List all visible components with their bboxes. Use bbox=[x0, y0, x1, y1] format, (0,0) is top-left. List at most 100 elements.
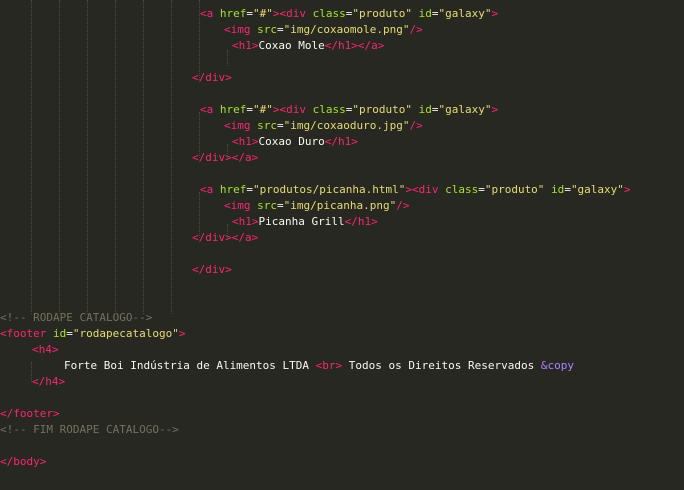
code-token: <a bbox=[200, 103, 220, 116]
code-line[interactable]: </h4> bbox=[32, 374, 65, 390]
code-token: <h1> bbox=[232, 215, 259, 228]
code-token: <img bbox=[224, 23, 258, 36]
code-token: Picanha Grill bbox=[258, 215, 345, 228]
code-token: class bbox=[312, 103, 346, 116]
code-token: "produto" bbox=[352, 7, 412, 20]
indent-guide bbox=[115, 0, 116, 314]
code-token: <!-- FIM RODAPE CATALOGO--> bbox=[0, 423, 179, 436]
code-token: </h1> bbox=[344, 215, 378, 228]
code-line[interactable]: <h1>Coxao Mole</h1></a> bbox=[232, 38, 384, 54]
indent-guide bbox=[31, 0, 32, 314]
code-token: ><div bbox=[272, 103, 313, 116]
code-token: id bbox=[418, 103, 432, 116]
code-line[interactable]: <h1>Picanha Grill</h1> bbox=[232, 214, 378, 230]
code-token: > bbox=[623, 183, 631, 196]
code-token: src bbox=[257, 23, 277, 36]
code-token: /> bbox=[409, 23, 423, 36]
code-token: /> bbox=[396, 199, 410, 212]
code-token: Coxao Duro bbox=[258, 135, 325, 148]
code-token: <a bbox=[200, 7, 220, 20]
code-token: ><div bbox=[272, 7, 313, 20]
indent-guide bbox=[31, 362, 32, 382]
code-token: <footer bbox=[0, 327, 53, 340]
code-line[interactable]: <img src="img/coxaoduro.jpg"/> bbox=[224, 118, 423, 134]
indent-guide bbox=[59, 0, 60, 314]
indent-guide bbox=[143, 0, 144, 314]
code-line[interactable]: </div></a> bbox=[192, 150, 258, 166]
code-line[interactable]: <img src="img/picanha.png"/> bbox=[224, 198, 409, 214]
code-token: /> bbox=[409, 119, 423, 132]
code-token: > bbox=[491, 103, 499, 116]
code-token: Forte Boi Indústria de Alimentos LTDA bbox=[64, 359, 316, 372]
code-token: src bbox=[257, 119, 277, 132]
code-token: </div></a> bbox=[192, 151, 259, 164]
indent-guide bbox=[199, 0, 200, 80]
code-token: href bbox=[219, 7, 247, 20]
code-line[interactable]: <h1>Coxao Duro</h1> bbox=[232, 134, 358, 150]
code-token: "#" bbox=[253, 103, 273, 116]
code-line[interactable]: <footer id="rodapecatalogo"> bbox=[0, 326, 185, 342]
code-token: </div> bbox=[192, 71, 232, 84]
code-token: id bbox=[551, 183, 565, 196]
code-token: src bbox=[257, 199, 277, 212]
code-token: href bbox=[219, 183, 247, 196]
code-token: <a bbox=[200, 183, 220, 196]
code-token: "galaxy" bbox=[438, 7, 492, 20]
code-line[interactable]: </footer> bbox=[0, 406, 60, 422]
code-token: Coxao Mole bbox=[258, 39, 325, 52]
code-line[interactable]: <!-- FIM RODAPE CATALOGO--> bbox=[0, 422, 179, 438]
indent-guide bbox=[227, 144, 228, 158]
indent-guide bbox=[199, 112, 200, 158]
code-line[interactable]: </div> bbox=[192, 262, 232, 278]
code-token: <img bbox=[224, 119, 258, 132]
indent-guide bbox=[227, 224, 228, 238]
code-token: = bbox=[478, 183, 485, 196]
code-token: "img/coxaoduro.jpg" bbox=[283, 119, 410, 132]
code-token: class bbox=[445, 183, 479, 196]
code-token: href bbox=[219, 103, 247, 116]
code-token: <!-- RODAPE CATALOGO--> bbox=[0, 311, 153, 324]
indent-guide bbox=[199, 192, 200, 238]
code-token: <img bbox=[224, 199, 258, 212]
code-token: = bbox=[277, 23, 284, 36]
code-token: = bbox=[246, 7, 253, 20]
code-token: > bbox=[178, 327, 186, 340]
code-token: </body> bbox=[0, 455, 47, 468]
code-token: <h1> bbox=[232, 39, 259, 52]
indent-guide bbox=[227, 50, 228, 66]
code-line[interactable]: </div> bbox=[192, 70, 232, 86]
code-token: "rodapecatalogo" bbox=[72, 327, 179, 340]
code-token: "galaxy" bbox=[570, 183, 624, 196]
code-token: "img/coxaomole.png" bbox=[283, 23, 410, 36]
code-token: = bbox=[246, 103, 253, 116]
code-line[interactable]: <a href="produtos/picanha.html"><div cla… bbox=[200, 182, 631, 198]
code-token: <br> bbox=[315, 359, 343, 372]
code-token: ><div bbox=[405, 183, 446, 196]
code-token: <h4> bbox=[32, 343, 59, 356]
code-line[interactable]: <a href="#"><div class="produto" id="gal… bbox=[200, 6, 498, 22]
code-token: "produto" bbox=[352, 103, 412, 116]
code-token: Todos os Direitos Reservados bbox=[342, 359, 541, 372]
code-token: "img/picanha.png" bbox=[283, 199, 397, 212]
code-editor[interactable]: <a href="#"><div class="produto" id="gal… bbox=[0, 0, 684, 490]
code-token: <h1> bbox=[232, 135, 259, 148]
code-line[interactable]: <!-- RODAPE CATALOGO--> bbox=[0, 310, 152, 326]
code-line[interactable]: </div></a> bbox=[192, 230, 258, 246]
code-line[interactable]: </body> bbox=[0, 454, 46, 470]
code-token: = bbox=[564, 183, 571, 196]
code-line[interactable]: <img src="img/coxaomole.png"/> bbox=[224, 22, 423, 38]
indent-guide bbox=[87, 0, 88, 314]
code-line[interactable]: <h4> bbox=[32, 342, 59, 358]
code-token: "#" bbox=[253, 7, 273, 20]
code-token: "galaxy" bbox=[438, 103, 492, 116]
code-token: </div></a> bbox=[192, 231, 259, 244]
code-token: "produto" bbox=[484, 183, 545, 196]
code-token: id bbox=[52, 327, 67, 340]
code-line[interactable]: <a href="#"><div class="produto" id="gal… bbox=[200, 102, 498, 118]
code-token: = bbox=[66, 327, 73, 340]
code-line[interactable]: Forte Boi Indústria de Alimentos LTDA <b… bbox=[64, 358, 574, 374]
code-token: > bbox=[491, 7, 499, 20]
code-token: id bbox=[418, 7, 432, 20]
